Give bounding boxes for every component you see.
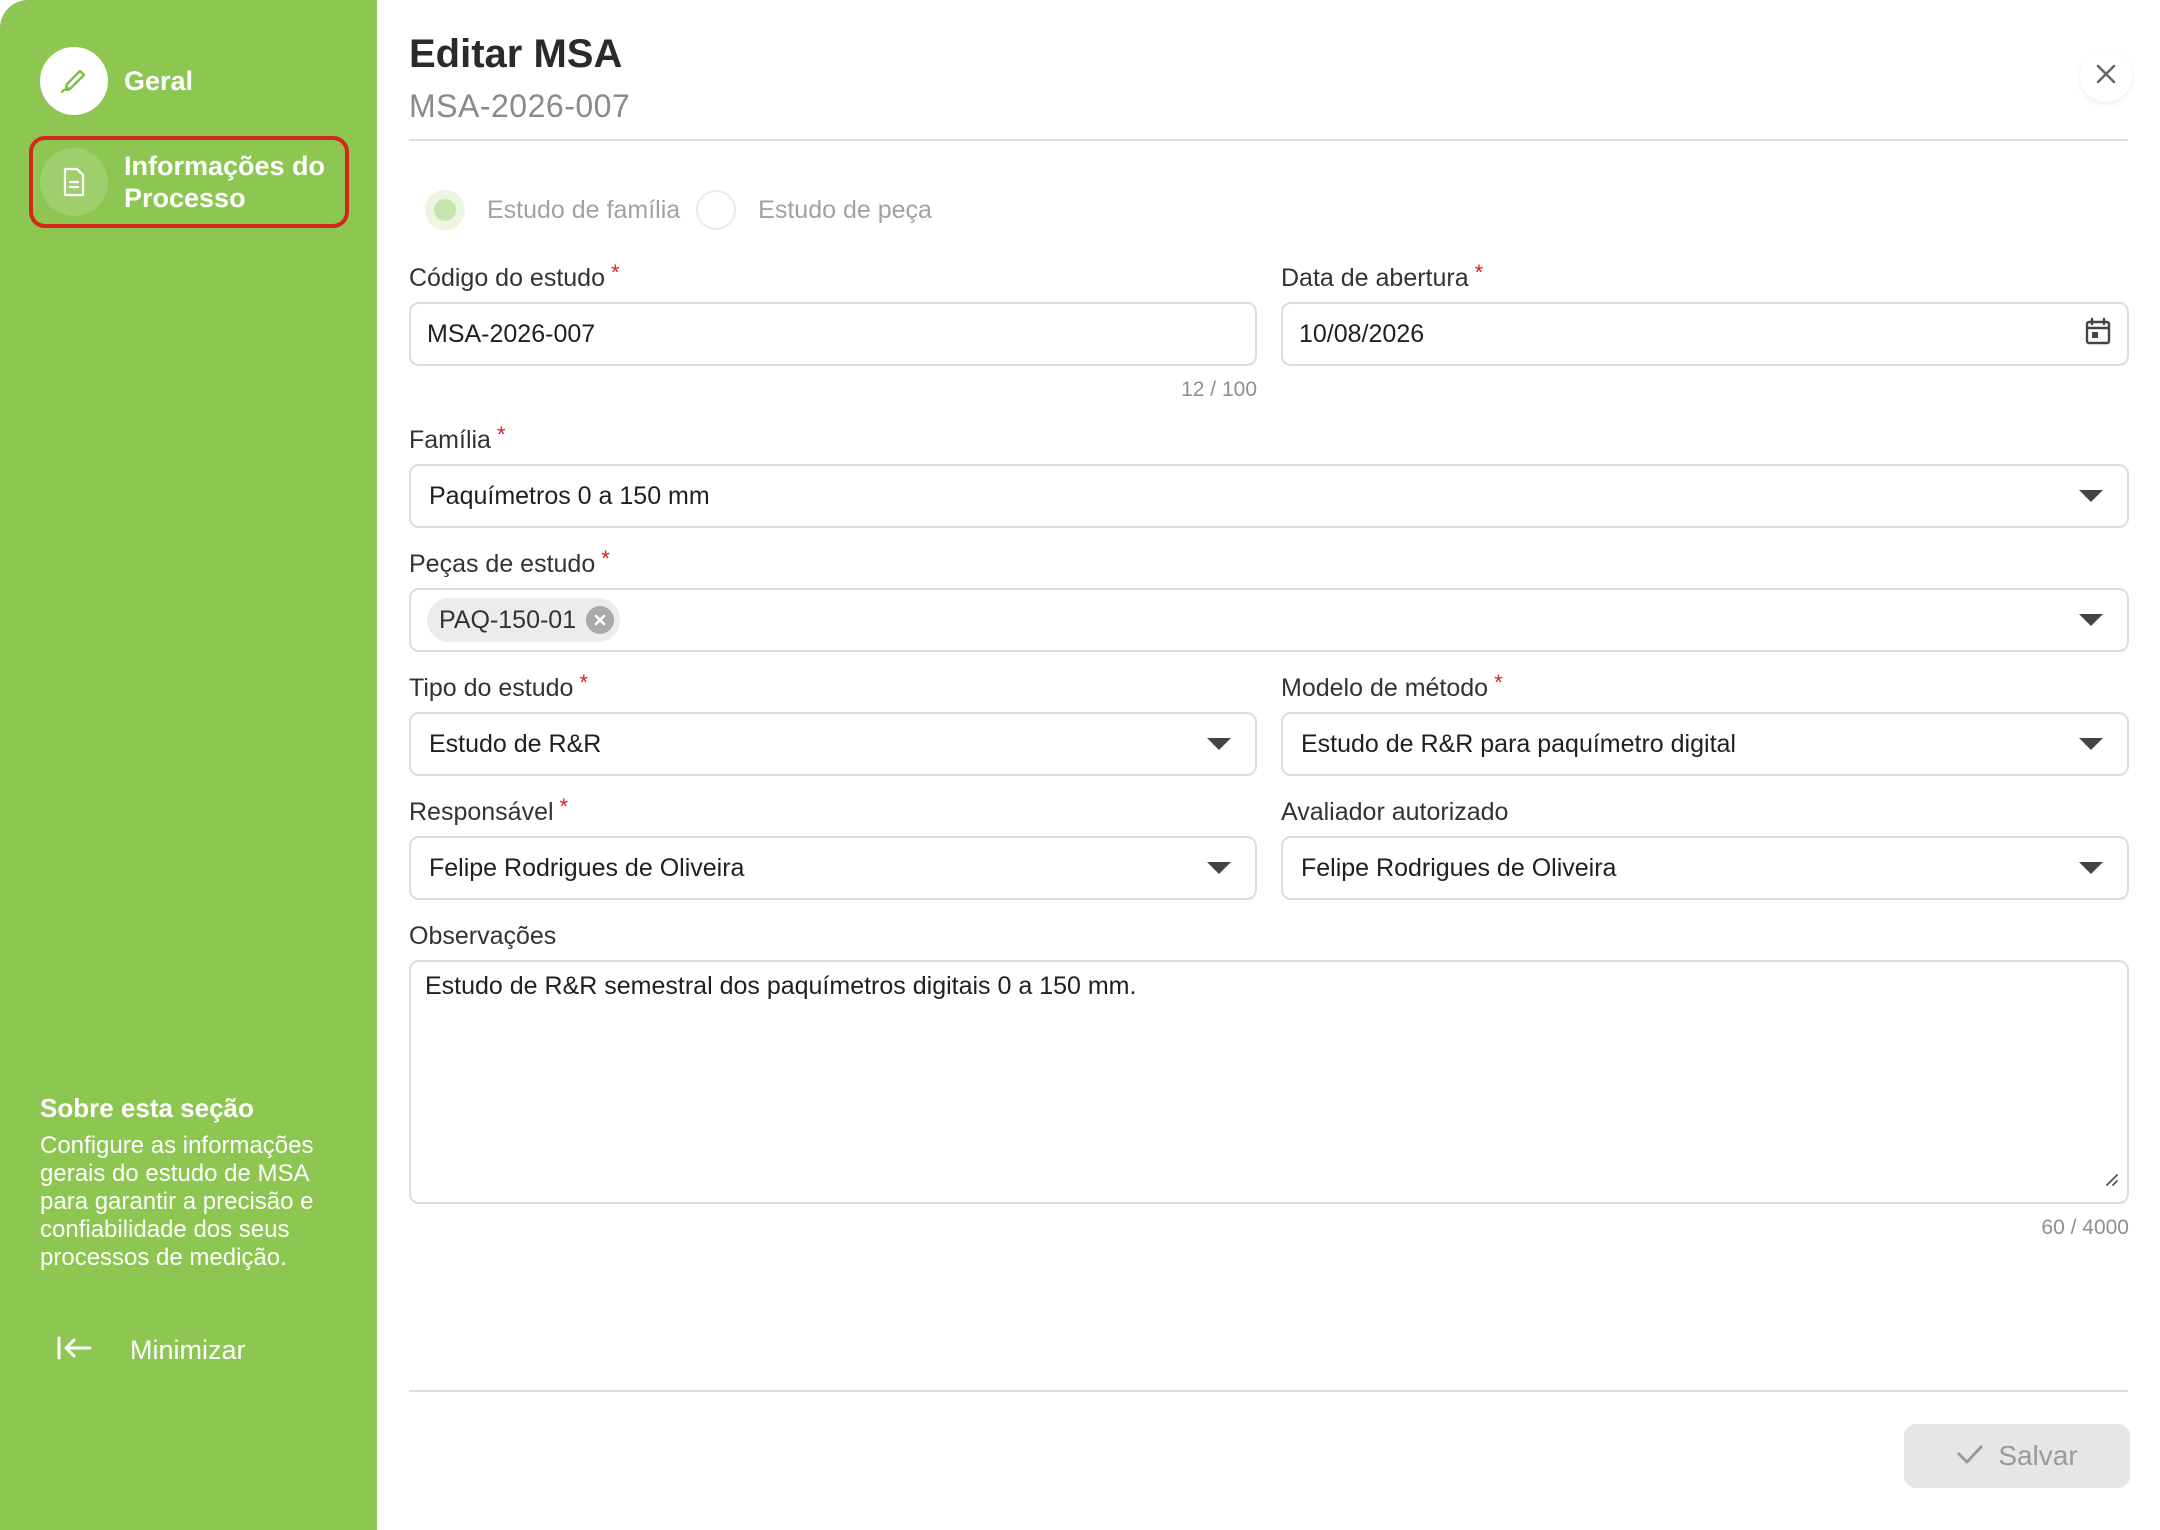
resize-handle-icon[interactable]: [2103, 1165, 2119, 1194]
study-type-radio-group: Estudo de família Estudo de peça: [425, 190, 948, 230]
study-kind-select[interactable]: Estudo de R&R: [409, 712, 1257, 776]
study-code-input[interactable]: MSA-2026-007: [409, 302, 1257, 366]
study-kind-value: Estudo de R&R: [429, 729, 602, 758]
family-select[interactable]: Paquímetros 0 a 150 mm: [409, 464, 2129, 528]
collapse-left-icon: [56, 1336, 94, 1365]
responsible-label: Responsável *: [409, 794, 568, 827]
method-model-label: Modelo de método *: [1281, 670, 1503, 703]
notes-value: Estudo de R&R semestral dos paquímetros …: [425, 972, 1137, 1000]
chevron-down-icon: [2079, 614, 2103, 626]
notes-textarea[interactable]: Estudo de R&R semestral dos paquímetros …: [409, 960, 2129, 1204]
label-text: Observações: [409, 922, 557, 950]
label-text: Avaliador autorizado: [1281, 798, 1509, 826]
study-kind-label: Tipo do estudo *: [409, 670, 588, 703]
sidebar-item-geral[interactable]: Geral: [40, 47, 193, 115]
footer-divider: [409, 1390, 2128, 1392]
study-code-counter: 12 / 100: [1181, 378, 1257, 401]
close-button[interactable]: [2080, 50, 2132, 102]
parts-multiselect[interactable]: PAQ-150-01: [409, 588, 2129, 652]
label-text: Família: [409, 426, 491, 454]
required-marker: *: [610, 260, 620, 285]
responsible-value: Felipe Rodrigues de Oliveira: [429, 853, 745, 882]
header-divider: [409, 139, 2128, 141]
label-text: Código do estudo: [409, 264, 605, 292]
sidebar-item-label: Informações do Processo: [124, 151, 326, 213]
notes-counter: 60 / 4000: [2041, 1216, 2129, 1239]
family-label: Família *: [409, 422, 506, 455]
page-subtitle: MSA-2026-007: [409, 88, 631, 124]
sidebar-item-label: Geral: [124, 66, 194, 96]
calendar-icon[interactable]: [2085, 317, 2111, 352]
authorized-evaluator-select[interactable]: Felipe Rodrigues de Oliveira: [1281, 836, 2129, 900]
part-chip: PAQ-150-01: [427, 598, 621, 642]
responsible-select[interactable]: Felipe Rodrigues de Oliveira: [409, 836, 1257, 900]
minimize-button[interactable]: Minimizar: [56, 1335, 246, 1366]
parts-chip-list: PAQ-150-01: [427, 598, 2079, 642]
open-date-input[interactable]: 10/08/2026: [1281, 302, 2129, 366]
open-date-label: Data de abertura *: [1281, 260, 1483, 293]
sidebar-item-informacoes-do-processo[interactable]: Informações do Processo: [40, 148, 344, 216]
chevron-down-icon: [2079, 490, 2103, 502]
radio-estudo-de-peca[interactable]: [696, 190, 737, 230]
label-text: Data de abertura: [1281, 264, 1469, 292]
label-text: Modelo de método: [1281, 674, 1489, 702]
chevron-down-icon: [2079, 862, 2103, 874]
required-marker: *: [601, 546, 610, 571]
close-icon: [2095, 63, 2117, 90]
save-label: Salvar: [1998, 1440, 2078, 1471]
radio-label: Estudo de peça: [758, 195, 932, 224]
sidebar: Geral Informações do Processo Sobre esta…: [0, 0, 377, 1530]
check-icon: [1956, 1440, 1984, 1472]
chip-label: PAQ-150-01: [439, 605, 577, 634]
radio-label: Estudo de família: [487, 195, 681, 224]
pen-icon: [40, 47, 108, 115]
document-icon: [40, 148, 108, 216]
method-model-select[interactable]: Estudo de R&R para paquímetro digital: [1281, 712, 2129, 776]
remove-chip-icon[interactable]: [586, 606, 615, 634]
required-marker: *: [559, 794, 569, 819]
save-button[interactable]: Salvar: [1904, 1424, 2130, 1488]
parts-label: Peças de estudo *: [409, 546, 610, 579]
about-section: Sobre esta seção Configure as informaçõe…: [40, 1093, 340, 1272]
about-text: Configure as informações gerais do estud…: [40, 1132, 314, 1271]
label-text: Responsável: [409, 798, 554, 826]
chevron-down-icon: [1207, 738, 1231, 750]
authorized-evaluator-value: Felipe Rodrigues de Oliveira: [1301, 853, 1617, 882]
radio-estudo-de-familia[interactable]: [425, 190, 465, 230]
required-marker: *: [1494, 670, 1503, 695]
minimize-label: Minimizar: [130, 1335, 246, 1365]
label-text: Tipo do estudo: [409, 674, 574, 702]
family-value: Paquímetros 0 a 150 mm: [429, 481, 710, 510]
main-panel: Editar MSA MSA-2026-007 Estudo de famíli…: [377, 0, 2160, 1530]
study-code-label: Código do estudo *: [409, 260, 620, 293]
study-code-value: MSA-2026-007: [427, 319, 596, 348]
authorized-evaluator-label: Avaliador autorizado: [1281, 798, 1508, 827]
required-marker: *: [579, 670, 589, 695]
page-title: Editar MSA: [409, 32, 623, 76]
chevron-down-icon: [1207, 862, 1231, 874]
about-title: Sobre esta seção: [40, 1093, 254, 1123]
required-marker: *: [1474, 260, 1484, 285]
chevron-down-icon: [2079, 738, 2103, 750]
notes-label: Observações: [409, 922, 556, 951]
method-model-value: Estudo de R&R para paquímetro digital: [1301, 729, 1736, 758]
label-text: Peças de estudo: [409, 550, 596, 578]
required-marker: *: [496, 422, 506, 447]
open-date-value: 10/08/2026: [1299, 319, 1425, 348]
